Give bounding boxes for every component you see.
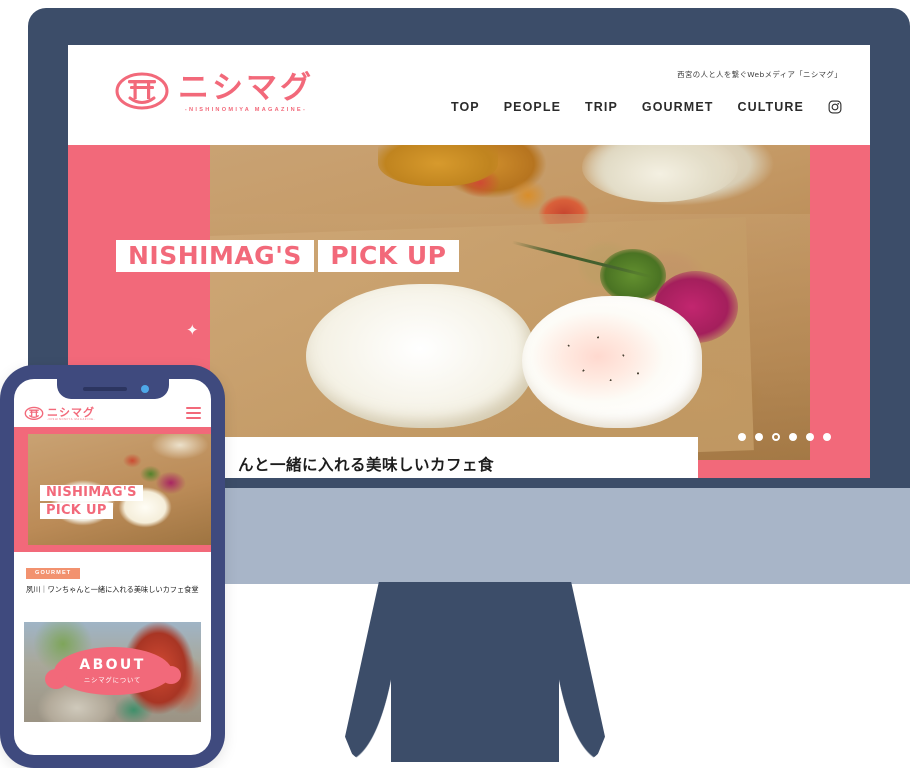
carousel-dot[interactable] [806,433,814,441]
hero-photo-fried-egg [522,296,702,429]
logo-kana-text: ニシマグ [178,70,314,107]
carousel-dot[interactable] [823,433,831,441]
mobile-logo-subtitle: -NISHINOMIYA MAGAZINE- [47,418,96,421]
phone-speaker [82,387,127,391]
instagram-icon[interactable] [828,100,842,114]
about-title-jp: ニシマグについて [83,676,142,685]
about-speech-bubble: ABOUT ニシマグについて [44,647,181,696]
mobile-pickup-badge: NISHIMAG'S PICK UP [40,483,211,519]
monitor-stand-curve-left [345,582,391,762]
carousel-dots[interactable] [738,433,831,441]
carousel-dot[interactable] [755,433,763,441]
site-tagline: 西宮の人と人を繋ぐWebメディア「ニシマグ」 [677,70,842,79]
mobile-screen: ニシマグ -NISHINOMIYA MAGAZINE- NISHIMAG'S P… [14,379,211,755]
nav-item-trip[interactable]: TRIP [585,100,618,114]
nav-item-gourmet[interactable]: GOURMET [642,100,714,114]
phone-notch [56,379,169,399]
nav-item-culture[interactable]: CULTURE [738,100,805,114]
mobile-article-title: 夙川｜ワンちゃんと一緒に入れる美味しいカフェ食堂 [26,585,199,594]
pickup-badge-line1: NISHIMAG'S [116,240,314,272]
mobile-article-card[interactable]: GOURMET 夙川｜ワンちゃんと一緒に入れる美味しいカフェ食堂 [14,552,211,614]
hero-pink-band-right [810,145,870,478]
logo-subtitle: -NISHINOMIYA MAGAZINE- [184,107,308,113]
nav-item-people[interactable]: PEOPLE [504,100,561,114]
about-title-en: ABOUT [79,657,146,674]
phone-camera-icon [140,385,149,393]
main-navigation: TOP PEOPLE TRIP GOURMET CULTURE [451,100,842,114]
article-category-tag[interactable]: GOURMET [26,567,81,579]
nav-item-top[interactable]: TOP [451,100,480,114]
site-logo[interactable]: ニシマグ -NISHINOMIYA MAGAZINE- [114,67,314,113]
pickup-badge: NISHIMAG'S PICK UP [116,237,459,272]
hero-photo-rice [306,283,534,429]
hero-photo-salad [582,145,738,202]
mobile-logo-kana: ニシマグ [47,406,95,419]
mobile-header: ニシマグ -NISHINOMIYA MAGAZINE- [14,399,211,427]
torii-gate-icon [114,67,170,113]
monitor-stand-curve-right [559,582,605,762]
hero-photo-pot [378,145,498,186]
mobile-pickup-line2: PICK UP [40,503,113,519]
site-header: ニシマグ -NISHINOMIYA MAGAZINE- 西宮の人と人を繋ぐWeb… [68,45,870,145]
carousel-dot[interactable] [738,433,746,441]
mobile-hero[interactable]: NISHIMAG'S PICK UP 2022. 11.02 WED [14,427,211,552]
hero-photo [210,145,810,460]
torii-gate-icon [24,405,44,421]
screenshot-stage: ニシマグ -NISHINOMIYA MAGAZINE- 西宮の人と人を繋ぐWeb… [0,0,910,768]
carousel-dot-active[interactable] [772,433,780,441]
hamburger-menu-icon[interactable] [186,407,201,419]
mobile-pickup-line1: NISHIMAG'S [40,485,143,501]
header-right-block: 西宮の人と人を繋ぐWebメディア「ニシマグ」 TOP PEOPLE TRIP G… [451,69,842,114]
hero-article-title: んと一緒に入れる美味しいカフェ食 [238,456,495,474]
about-banner[interactable]: ABOUT ニシマグについて [24,622,201,722]
mobile-site-logo[interactable]: ニシマグ -NISHINOMIYA MAGAZINE- [24,405,95,421]
mobile-phone-frame: ニシマグ -NISHINOMIYA MAGAZINE- NISHIMAG'S P… [0,365,225,768]
sparkle-icon: ✦ [186,322,199,339]
carousel-dot[interactable] [789,433,797,441]
pickup-badge-line2: PICK UP [318,240,459,272]
